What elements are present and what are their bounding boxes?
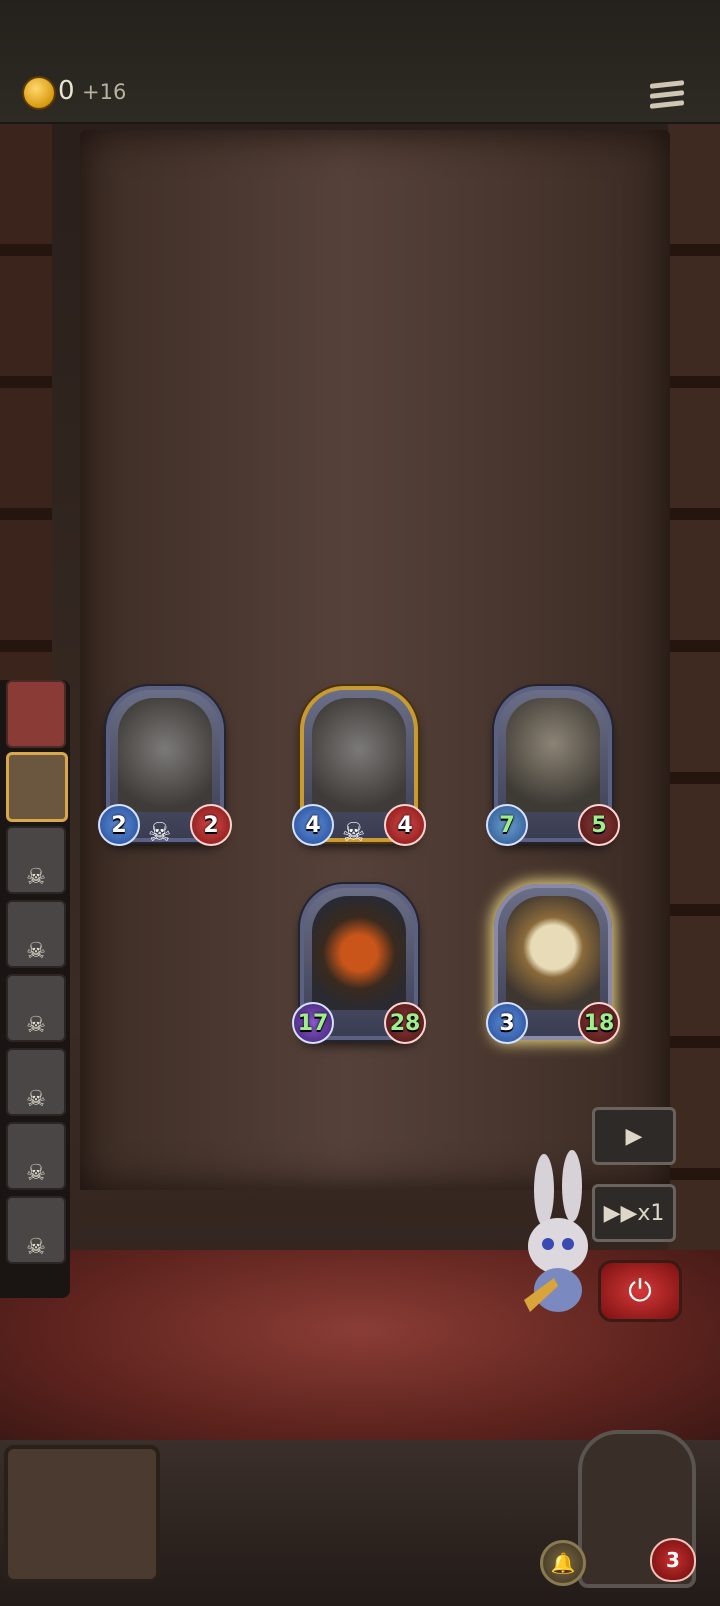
left-bookshelf — [0, 124, 52, 684]
skull-icon: ☠ — [26, 865, 46, 890]
skull-icon: ☠ — [148, 818, 172, 848]
power-icon: ⏻ — [628, 1273, 652, 1309]
health-stat: 4 — [384, 804, 426, 846]
speed-button[interactable]: ▶▶x1 — [592, 1184, 676, 1242]
play-icon: ▶ — [625, 1123, 643, 1149]
menu-icon[interactable] — [650, 80, 684, 114]
axe-weapon-card[interactable]: 17 28 — [292, 884, 426, 1044]
opponent-slot-eliminated[interactable]: ☠ — [6, 826, 66, 894]
top-bar: 0 +16 — [0, 0, 720, 125]
player-hero-portrait[interactable] — [4, 1445, 160, 1583]
health-stat: 2 — [190, 804, 232, 846]
skull-icon: ☠ — [342, 818, 366, 848]
power-button[interactable]: ⏻ — [598, 1260, 682, 1322]
opponent-slot-player[interactable] — [6, 752, 68, 822]
opponent-slot-eliminated[interactable]: ☠ — [6, 900, 66, 968]
attack-stat: 2 — [98, 804, 140, 846]
airship-card[interactable]: 7 5 — [486, 686, 620, 846]
right-bookshelf — [668, 124, 720, 1254]
attack-stat: 3 — [486, 1002, 528, 1044]
golden-bell-robot-card[interactable]: 4 ☠ 4 — [292, 686, 426, 848]
coin-icon — [22, 76, 56, 110]
opponent-slot-eliminated[interactable]: ☠ — [6, 1122, 66, 1190]
bunny-mascot — [524, 1150, 588, 1312]
play-button[interactable]: ▶ — [592, 1107, 676, 1165]
health-stat: 28 — [384, 1002, 426, 1044]
lives-count: 3 — [666, 1548, 680, 1572]
health-stat: 18 — [578, 1002, 620, 1044]
attack-stat: 17 — [292, 1002, 334, 1044]
opponent-slot-eliminated[interactable]: ☠ — [6, 1196, 66, 1264]
opponent-slot-eliminated[interactable]: ☠ — [6, 1048, 66, 1116]
bell-icon[interactable]: 🔔 — [540, 1540, 586, 1586]
clock-card[interactable]: 3 18 — [486, 884, 620, 1044]
lives-heart: 3 — [650, 1538, 696, 1582]
gold-amount: 0 — [58, 76, 75, 106]
attack-stat: 7 — [486, 804, 528, 846]
opponent-slot-current[interactable] — [6, 680, 66, 748]
opponents-sidebar: ☠ ☠ ☠ ☠ ☠ ☠ — [0, 680, 70, 1298]
skull-icon: ☠ — [26, 939, 46, 964]
attack-stat: 4 — [292, 804, 334, 846]
opponent-slot-eliminated[interactable]: ☠ — [6, 974, 66, 1042]
skull-icon: ☠ — [26, 1087, 46, 1112]
bell-robot-card[interactable]: 2 ☠ 2 — [98, 686, 232, 848]
fast-forward-icon: ▶▶x1 — [603, 1200, 665, 1226]
health-stat: 5 — [578, 804, 620, 846]
gold-income: +16 — [82, 80, 127, 104]
skull-icon: ☠ — [26, 1013, 46, 1038]
skull-icon: ☠ — [26, 1161, 46, 1186]
skull-icon: ☠ — [26, 1235, 46, 1260]
